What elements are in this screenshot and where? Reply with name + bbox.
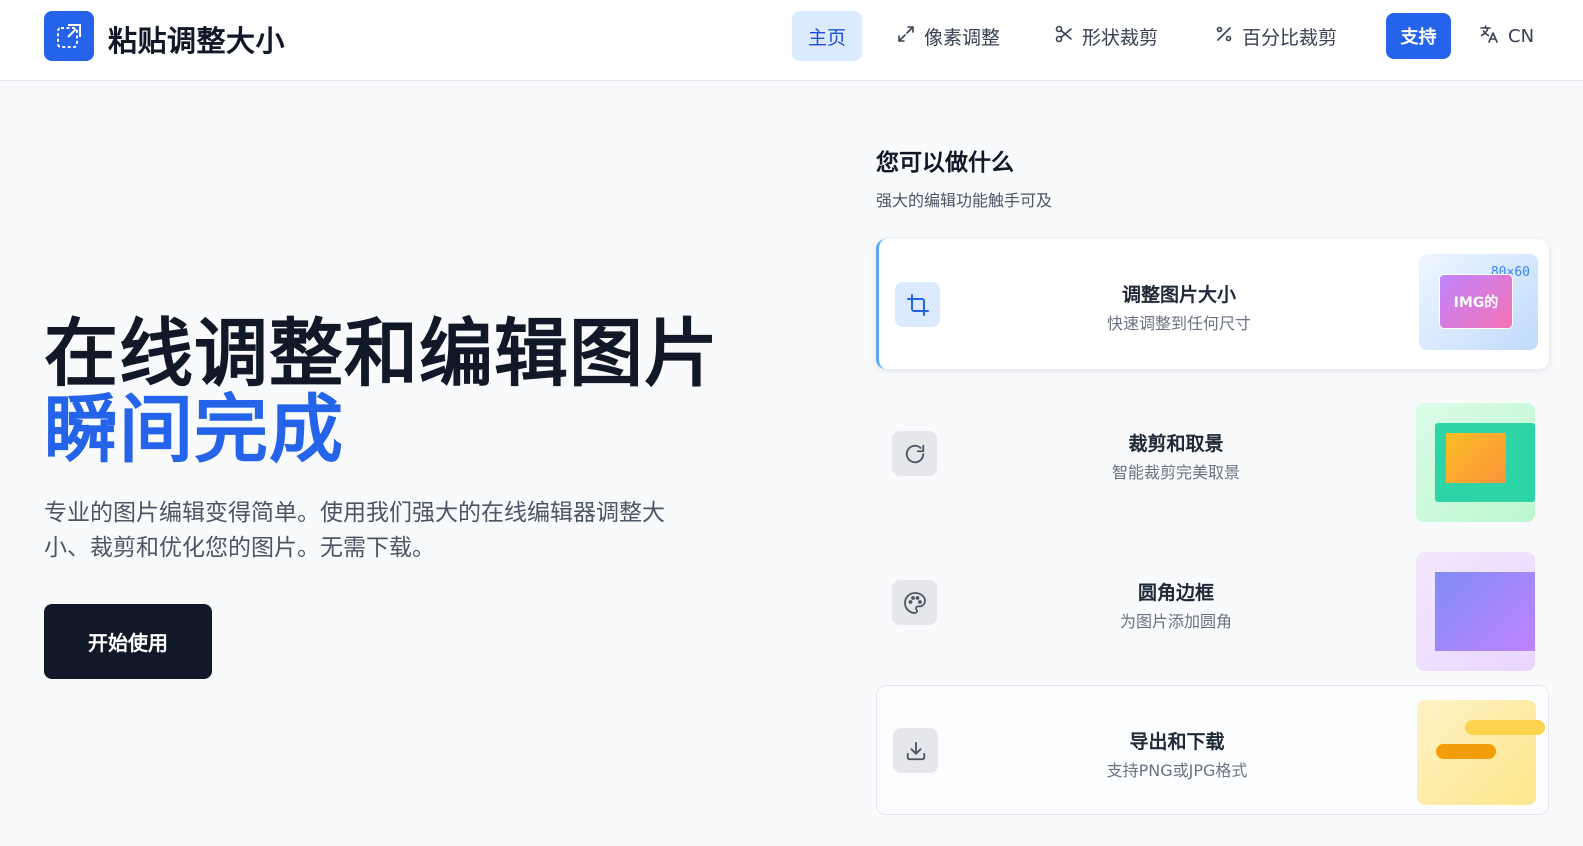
nav-pixel-label: 像素调整: [924, 26, 1001, 49]
feature-label: 裁剪和取景: [1128, 433, 1224, 455]
download-icon: [893, 728, 938, 773]
feature-card-export[interactable]: 导出和下载 支持PNG或JPG格式: [876, 685, 1549, 815]
thumb-bar-top: [1465, 720, 1545, 735]
hero-description: 专业的图片编辑变得简单。使用我们强大的在线编辑器调整大小、裁剪和优化您的图片。无…: [44, 500, 665, 561]
percent-icon: [1214, 24, 1234, 49]
feature-card-rounded[interactable]: 圆角边框 为图片添加圆角: [876, 537, 1549, 671]
thumb-rounded-image: [1435, 572, 1535, 651]
expand-icon: [896, 24, 916, 49]
feature-desc: 快速调整到任何尺寸: [1106, 314, 1251, 333]
feature-thumbnail: 80×60 IMG的: [1419, 254, 1538, 350]
thumb-image-tag: IMG的: [1439, 274, 1513, 329]
get-started-button[interactable]: 开始使用: [44, 604, 212, 679]
features-title: 您可以做什么: [876, 150, 1014, 176]
language-switcher[interactable]: CN: [1478, 13, 1534, 59]
feature-desc: 为图片添加圆角: [1119, 612, 1232, 631]
nav-percent-label: 百分比裁剪: [1242, 26, 1338, 49]
crop-icon: [895, 282, 940, 327]
feature-label: 导出和下载: [1129, 731, 1225, 753]
thumb-bar-bottom: [1436, 744, 1496, 759]
feature-label: 调整图片大小: [1121, 284, 1236, 306]
logo-icon[interactable]: [44, 11, 94, 61]
top-header: 粘贴调整大小 主页 像素调整 形状裁剪 百分比裁剪 支持 CN: [0, 0, 1583, 81]
hero-title-line1: 在线调整和编辑图片: [44, 311, 719, 397]
brand-name[interactable]: 粘贴调整大小: [108, 18, 285, 60]
nav-pixel-resize[interactable]: 像素调整: [884, 11, 1012, 61]
nav-percent-crop[interactable]: 百分比裁剪: [1202, 11, 1349, 61]
features-subtitle: 强大的编辑功能触手可及: [876, 191, 1053, 210]
nav-home-label: 主页: [807, 26, 846, 49]
language-label: CN: [1508, 25, 1535, 47]
rotate-icon: [892, 431, 937, 476]
nav-shape-label: 形状裁剪: [1082, 26, 1159, 49]
feature-desc: 支持PNG或JPG格式: [1106, 761, 1248, 780]
nav-home[interactable]: 主页: [792, 11, 862, 61]
feature-thumbnail: [1416, 552, 1535, 671]
palette-icon: [892, 580, 937, 625]
nav-shape-crop[interactable]: 形状裁剪: [1042, 11, 1170, 61]
thumb-crop-area: [1446, 433, 1506, 483]
feature-thumbnail: [1416, 403, 1535, 522]
scissors-icon: [1054, 24, 1074, 49]
translate-icon: [1478, 23, 1500, 50]
feature-thumbnail: [1417, 700, 1545, 805]
hero-title-line2: 瞬间完成: [44, 387, 344, 473]
feature-desc: 智能裁剪完美取景: [1111, 463, 1240, 482]
feature-card-resize[interactable]: 调整图片大小 快速调整到任何尺寸 80×60 IMG的: [876, 239, 1549, 369]
support-button[interactable]: 支持: [1386, 13, 1451, 59]
feature-card-crop[interactable]: 裁剪和取景 智能裁剪完美取景: [876, 388, 1549, 522]
hero-title: 在线调整和编辑图片 瞬间完成: [44, 316, 719, 468]
feature-label: 圆角边框: [1137, 582, 1214, 604]
